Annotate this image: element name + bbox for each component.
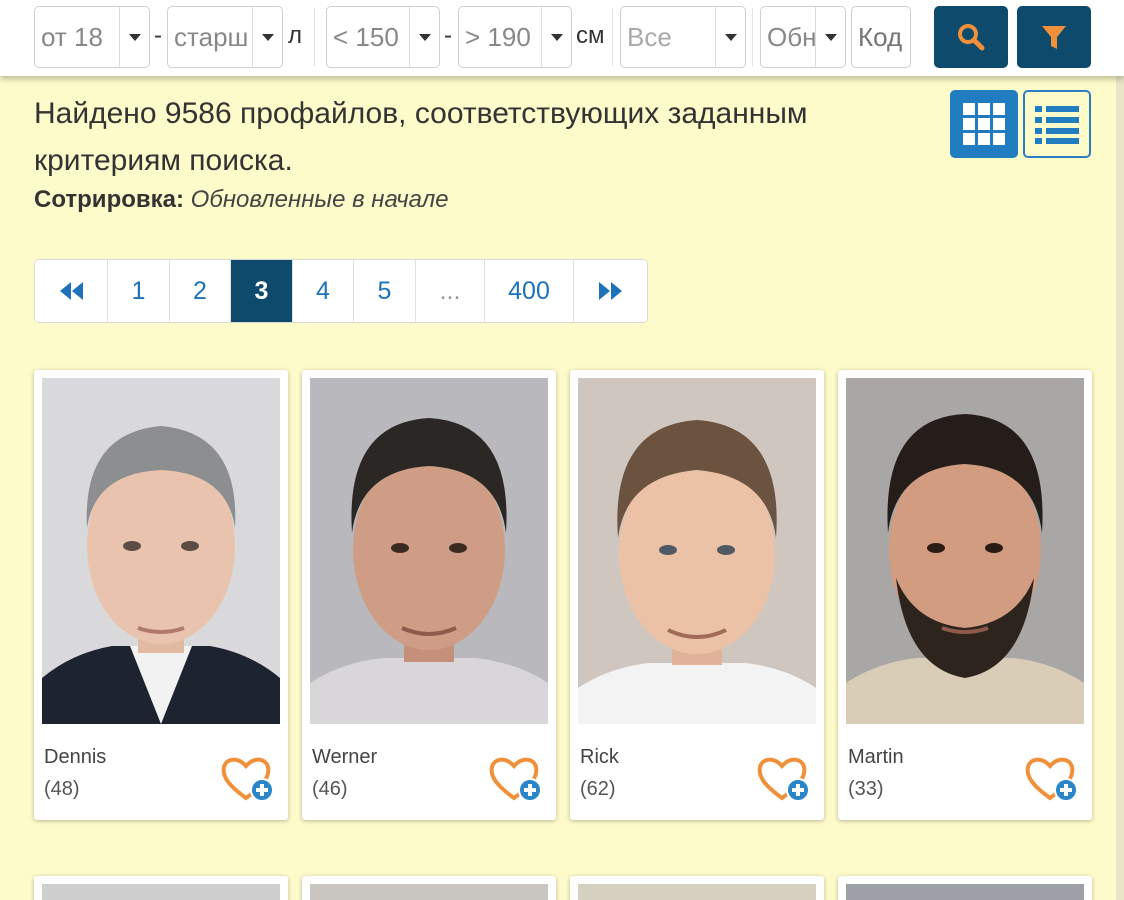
pagination: 1 2 3 4 5 ... 400 [34,259,648,323]
divider [752,8,753,66]
profile-name[interactable]: Rick [580,746,619,769]
height-from-value: < 150 [333,21,399,52]
chevron-down-icon [409,7,439,67]
profile-photo[interactable] [42,884,280,900]
grid-view-icon [963,103,1005,145]
profile-card[interactable] [570,876,824,900]
chevron-down-icon [252,7,282,67]
sort-select[interactable]: Обн [760,6,846,68]
page-link-1[interactable]: 1 [108,260,170,322]
sort-info: Сотрировка: Обновленные в начале [34,186,449,214]
age-from-value: от 18 [41,21,103,52]
grid-view-button[interactable] [950,90,1018,158]
page-ellipsis: ... [416,260,485,322]
profile-card[interactable]: Werner (46) [302,370,556,820]
height-to-value: > 190 [465,21,531,52]
height-from-select[interactable]: < 150 [326,6,440,68]
category-select[interactable]: Все [620,6,746,68]
add-favorite-button[interactable] [1024,754,1080,804]
page-link-2[interactable]: 2 [170,260,231,322]
page-link-4[interactable]: 4 [293,260,354,322]
last-page-button[interactable] [574,260,647,322]
heart-plus-icon [757,757,810,802]
double-chevron-right-icon [598,282,622,300]
profile-photo[interactable] [578,884,816,900]
list-view-button[interactable] [1023,90,1091,158]
add-favorite-button[interactable] [488,754,544,804]
heart-plus-icon [221,757,274,802]
filter-bar: от 18 - старш л < 150 - > 190 см Все Обн [0,0,1124,76]
profile-card[interactable]: Dennis (48) [34,370,288,820]
profile-name[interactable]: Martin [848,746,904,769]
profile-photo[interactable] [310,378,548,724]
category-value: Все [627,21,672,52]
profile-card[interactable] [34,876,288,900]
profile-photo[interactable] [310,884,548,900]
profile-card[interactable] [838,876,1092,900]
chevron-down-icon [715,7,745,67]
heart-plus-icon [489,757,542,802]
height-range-dash: - [444,22,452,49]
profile-card[interactable] [302,876,556,900]
filter-icon [1042,26,1066,49]
profile-name[interactable]: Dennis [44,746,106,769]
age-unit-label: л [288,22,303,49]
age-to-value: старш [174,21,249,52]
sort-label: Сотрировка: [34,186,184,213]
profile-name[interactable]: Werner [312,746,377,769]
add-favorite-button[interactable] [220,754,276,804]
profile-photo[interactable] [846,378,1084,724]
divider [314,8,315,66]
profile-age: (46) [312,778,348,800]
page-link-current[interactable]: 3 [231,260,293,322]
chevron-down-icon [541,7,571,67]
profile-photo[interactable] [578,378,816,724]
height-to-select[interactable]: > 190 [458,6,572,68]
scrollbar-track[interactable] [1116,76,1124,900]
profile-card[interactable]: Martin (33) [838,370,1092,820]
sort-value[interactable]: Обновленные в начале [191,186,449,213]
profile-photo[interactable] [42,378,280,724]
results-count-text: Найдено 9586 профайлов, соответствующих … [34,97,808,177]
filter-button[interactable] [1017,6,1091,68]
list-view-icon [1035,106,1079,144]
age-to-select[interactable]: старш [167,6,283,68]
profile-photo[interactable] [846,884,1084,900]
chevron-down-icon [119,7,149,67]
age-range-dash: - [154,22,162,49]
age-from-select[interactable]: от 18 [34,6,150,68]
profile-card[interactable]: Rick (62) [570,370,824,820]
profile-age: (33) [848,778,884,800]
heart-plus-icon [1025,757,1078,802]
add-favorite-button[interactable] [756,754,812,804]
search-button[interactable] [934,6,1008,68]
divider [612,8,613,66]
sort-select-value: Обн [767,21,815,52]
double-chevron-left-icon [60,282,83,300]
profile-age: (62) [580,778,616,800]
code-input[interactable] [851,6,911,68]
first-page-button[interactable] [35,260,108,322]
search-icon [958,24,985,51]
page-link-5[interactable]: 5 [354,260,416,322]
chevron-down-icon [815,7,845,67]
height-unit-label: см [576,22,605,49]
profile-age: (48) [44,778,80,800]
page-link-last[interactable]: 400 [485,260,574,322]
